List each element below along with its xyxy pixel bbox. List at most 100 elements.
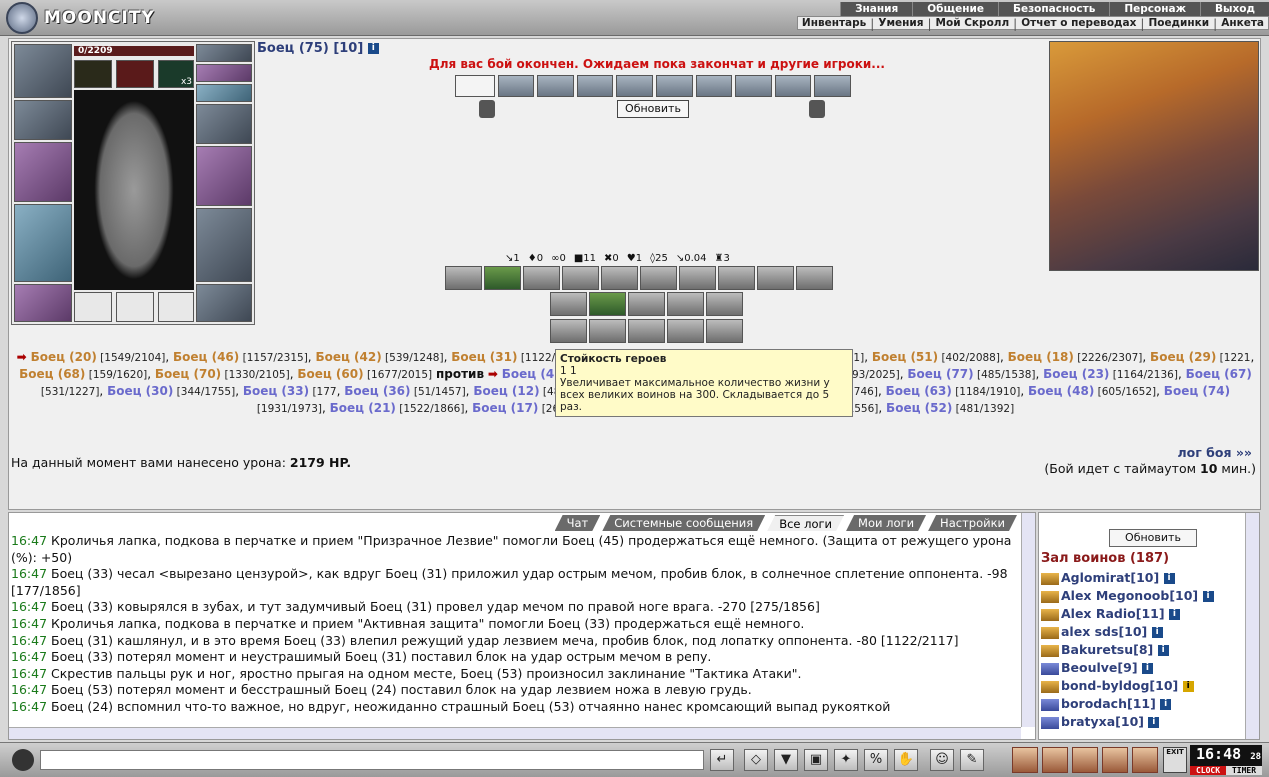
skill-icon[interactable]	[550, 319, 587, 343]
fighter-name[interactable]: Боец (4)	[502, 367, 560, 381]
scroll-slot[interactable]	[455, 75, 495, 97]
player-info-icon[interactable]: i	[1157, 645, 1169, 656]
skill-icon[interactable]	[667, 319, 704, 343]
skill-icon[interactable]	[706, 292, 743, 316]
player-item[interactable]: Alex Radio[11] i	[1041, 605, 1245, 623]
amulet-slot[interactable]	[196, 44, 252, 62]
fighter-name[interactable]: Боец (77)	[907, 367, 973, 381]
boots-slot[interactable]	[196, 284, 252, 322]
player-name[interactable]: bond-byldog[10]	[1061, 678, 1183, 693]
player-item[interactable]: Bakuretsu[8] i	[1041, 641, 1245, 659]
player-info-icon[interactable]: i	[1168, 609, 1180, 620]
skill-icon[interactable]	[484, 266, 521, 290]
helmet-icon[interactable]	[1072, 747, 1098, 773]
player-name[interactable]: borodach[11]	[1061, 696, 1160, 711]
skill-icon[interactable]	[757, 266, 794, 290]
fighter-name[interactable]: Боец (21)	[330, 401, 396, 415]
player-info-icon[interactable]: i	[1160, 699, 1172, 710]
battle-log-link[interactable]: лог боя »»	[1178, 445, 1252, 460]
clock-label[interactable]: CLOCK	[1190, 766, 1226, 775]
bracers-slot[interactable]	[14, 100, 72, 140]
timer-label[interactable]: TIMER	[1226, 766, 1262, 775]
chat-timestamp[interactable]: 16:47	[11, 616, 51, 631]
translate-icon[interactable]: ✎	[960, 749, 984, 771]
player-info-icon[interactable]: i	[1151, 627, 1163, 638]
fighter-name[interactable]: Боец (51)	[872, 350, 938, 364]
menu-character[interactable]: Персонаж	[1109, 2, 1200, 16]
player-info-icon[interactable]: i	[1202, 591, 1214, 602]
belt-slot[interactable]	[14, 284, 72, 322]
player-info-icon[interactable]: i	[1182, 681, 1194, 692]
tab-chat[interactable]: Чат	[555, 515, 601, 531]
fighter-name[interactable]: Боец (36)	[344, 384, 410, 398]
skill-icon[interactable]	[679, 266, 716, 290]
skill-icon[interactable]	[718, 266, 755, 290]
skill-icon[interactable]	[628, 319, 665, 343]
weapon-slot[interactable]	[14, 142, 72, 202]
save-icon[interactable]: ▣	[804, 749, 828, 771]
armor-slot[interactable]	[14, 204, 72, 282]
player-name[interactable]: Aglomirat[10]	[1061, 570, 1164, 585]
player-item[interactable]: Beoulve[9] i	[1041, 659, 1245, 677]
player-item[interactable]: borodach[11] i	[1041, 695, 1245, 713]
pot-icon[interactable]	[1102, 747, 1128, 773]
player-name[interactable]: Alex Radio[11]	[1061, 606, 1169, 621]
empty-slot-1[interactable]	[74, 292, 112, 322]
skill-icon[interactable]	[589, 292, 626, 316]
fighter-name[interactable]: Боец (70)	[155, 367, 221, 381]
helmet-slot[interactable]	[14, 44, 72, 98]
refresh-button[interactable]: Обновить	[617, 100, 689, 118]
skill-icon[interactable]	[706, 319, 743, 343]
fighter-name[interactable]: Боец (74)	[1164, 384, 1230, 398]
chat-timestamp[interactable]: 16:47	[11, 599, 51, 614]
chat-timestamp[interactable]: 16:47	[11, 633, 51, 648]
fighter-name[interactable]: Боец (42)	[315, 350, 381, 364]
fighter-name[interactable]: Боец (18)	[1008, 350, 1074, 364]
turn-slot[interactable]	[814, 75, 852, 97]
speech-icon[interactable]	[12, 749, 34, 771]
fighter-name[interactable]: Боец (52)	[886, 401, 952, 415]
player-name[interactable]: bratyxa[10]	[1061, 714, 1148, 729]
tab-my-logs[interactable]: Мои логи	[846, 515, 926, 531]
fighter-name[interactable]: Боец (67)	[1186, 367, 1252, 381]
fighter-name[interactable]: Боец (20)	[31, 350, 97, 364]
rune-slot-1[interactable]	[74, 60, 112, 88]
fighter-name[interactable]: Боец (30)	[107, 384, 173, 398]
rune-slot-3[interactable]: x3	[158, 60, 194, 88]
scroll-icon[interactable]	[1042, 747, 1068, 773]
menu-inventory[interactable]: Инвентарь	[798, 17, 870, 29]
skill-icon[interactable]	[523, 266, 560, 290]
bottle-icon[interactable]	[1012, 747, 1038, 773]
gloves-slot[interactable]	[196, 104, 252, 144]
player-item[interactable]: bratyxa[10] i	[1041, 713, 1245, 731]
chat-hscrollbar[interactable]	[9, 727, 1021, 739]
player-name[interactable]: Beoulve[9]	[1061, 660, 1142, 675]
player-info-icon[interactable]: i	[1141, 663, 1153, 674]
player-item[interactable]: Aglomirat[10] i	[1041, 569, 1245, 587]
hand-icon[interactable]: ✋	[894, 749, 918, 771]
player-item[interactable]: alex sds[10] i	[1041, 623, 1245, 641]
turn-slot[interactable]	[576, 75, 614, 97]
fighter-name[interactable]: Боец (60)	[297, 367, 363, 381]
shield-slot[interactable]	[196, 146, 252, 206]
skill-icon[interactable]	[628, 292, 665, 316]
fighter-name[interactable]: Боец (31)	[451, 350, 517, 364]
skill-icon[interactable]	[589, 319, 626, 343]
character-name[interactable]: Боец (75) [10] i	[257, 41, 379, 56]
menu-skills[interactable]: Умения	[874, 17, 927, 29]
player-name[interactable]: Bakuretsu[8]	[1061, 642, 1158, 657]
player-name[interactable]: Alex Megonoob[10]	[1061, 588, 1203, 603]
menu-exit[interactable]: Выход	[1200, 2, 1269, 16]
player-info-icon[interactable]: i	[1163, 573, 1175, 584]
players-scrollbar[interactable]	[1245, 513, 1259, 739]
chat-scrollbar[interactable]	[1021, 513, 1035, 727]
player-name[interactable]: alex sds[10]	[1061, 624, 1152, 639]
fighter-name[interactable]: Боец (29)	[1150, 350, 1216, 364]
fighter-name[interactable]: Боец (68)	[19, 367, 85, 381]
menu-profile[interactable]: Анкета	[1217, 17, 1268, 29]
info-icon[interactable]: i	[367, 43, 379, 54]
skill-icon[interactable]	[796, 266, 833, 290]
turn-slot[interactable]	[735, 75, 772, 97]
walk-icon[interactable]: ✦	[834, 749, 858, 771]
tab-settings[interactable]: Настройки	[928, 515, 1017, 531]
